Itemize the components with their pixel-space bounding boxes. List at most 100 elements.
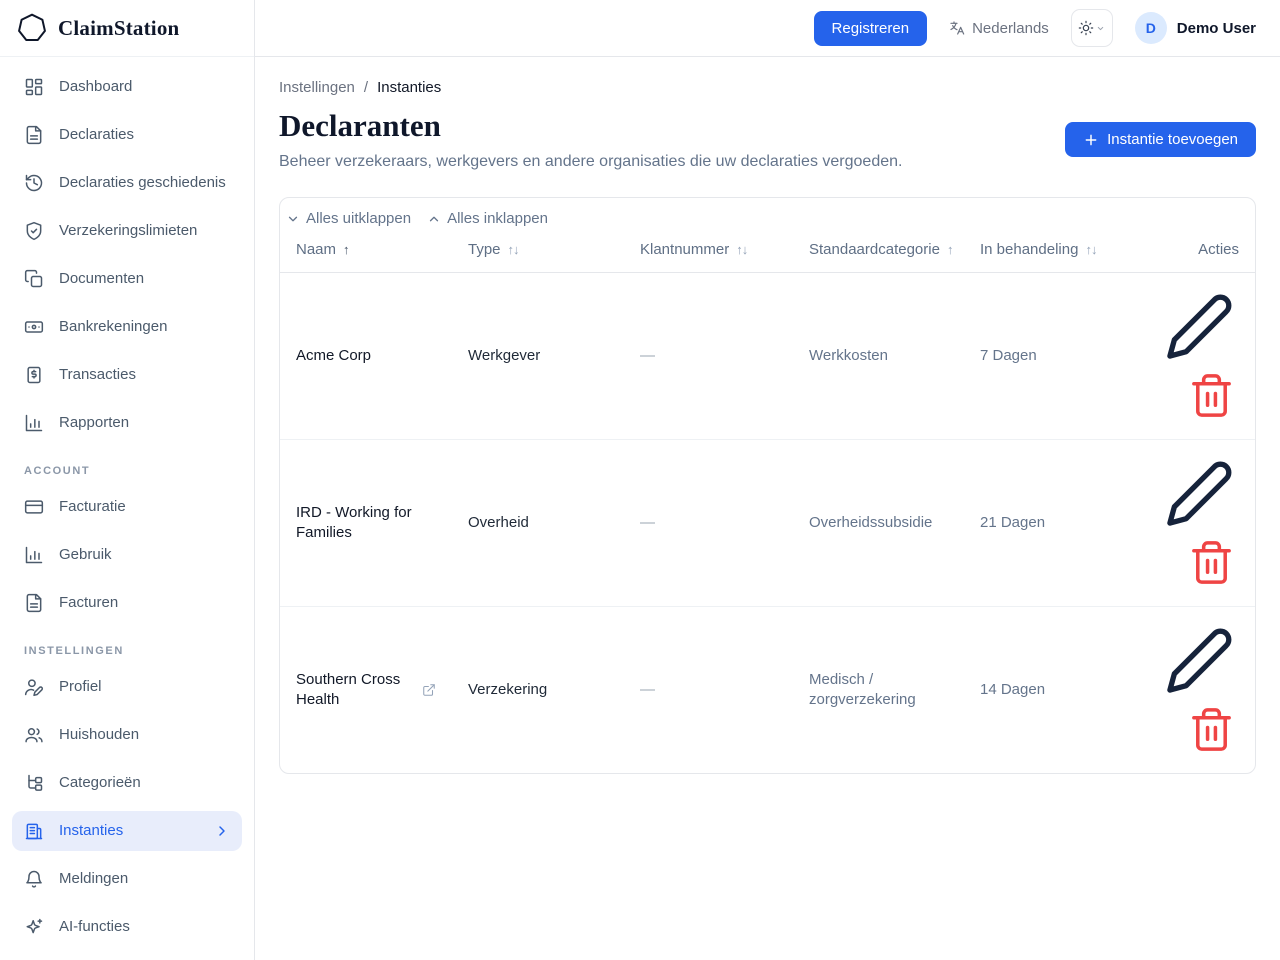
delete-button[interactable] — [1184, 535, 1239, 590]
sidebar-item-label: Huishouden — [59, 726, 140, 743]
sparkles-icon — [24, 917, 44, 937]
edit-button[interactable] — [1160, 454, 1239, 533]
sidebar-item-huishouden[interactable]: Huishouden — [12, 715, 242, 755]
sidebar-item-declaraties-geschiedenis[interactable]: Declaraties geschiedenis — [12, 163, 242, 203]
brand-logo[interactable]: ClaimStation — [0, 0, 254, 57]
breadcrumb-current: Instanties — [377, 79, 442, 96]
page-subtitle: Beheer verzekeraars, werkgevers en ander… — [279, 153, 903, 170]
sidebar-item-label: Declaraties geschiedenis — [59, 174, 226, 191]
language-switcher[interactable]: Nederlands — [949, 20, 1049, 37]
sort-both-icon: ↑↓ — [507, 242, 520, 257]
cell-actions — [1144, 607, 1255, 774]
instances-table-card: Alles uitklappen Alles inklappen Naam↑ — [279, 197, 1256, 774]
page-title: Declaranten — [279, 108, 441, 143]
sidebar-item-rapporten[interactable]: Rapporten — [12, 403, 242, 443]
delete-button[interactable] — [1184, 368, 1239, 423]
column-header-standaardcategorie[interactable]: Standaardcategorie ↑ — [793, 227, 964, 273]
sidebar-item-label: Bankrekeningen — [59, 318, 168, 335]
user-menu[interactable]: D Demo User — [1134, 12, 1256, 44]
cell-actions — [1144, 272, 1255, 440]
sidebar-item-dashboard[interactable]: Dashboard — [12, 67, 242, 107]
sidebar-item-verzekeringslimieten[interactable]: Verzekeringslimieten — [12, 211, 242, 251]
sidebar-item-documenten[interactable]: Documenten — [12, 259, 242, 299]
cell-actions — [1144, 439, 1255, 607]
cell-standaardcategorie: Werkkosten — [793, 272, 964, 440]
credit-card-icon — [24, 497, 44, 517]
trash-icon — [1188, 539, 1235, 586]
sidebar-item-label: Categorieën — [59, 774, 141, 791]
cell-klantnummer: — — [624, 272, 793, 440]
brand-name: ClaimStation — [58, 15, 180, 40]
breadcrumb: Instellingen / Instanties — [279, 79, 1256, 96]
sidebar-item-facturatie[interactable]: Facturatie — [12, 487, 242, 527]
sidebar-item-label: Rapporten — [59, 414, 130, 431]
cell-in-behandeling: 14 Dagen — [980, 681, 1046, 698]
main-area: Registreren Nederlands D Demo User Inste… — [255, 0, 1280, 960]
delete-button[interactable] — [1184, 702, 1239, 757]
sidebar: ClaimStation Dashboard Declaraties Decla… — [0, 0, 255, 960]
edit-button[interactable] — [1160, 287, 1239, 366]
sidebar-item-facturen[interactable]: Facturen — [12, 583, 242, 623]
sidebar-item-meldingen[interactable]: Meldingen — [12, 859, 242, 899]
instances-table: Naam ↑ Type ↑↓ Klantnummer ↑↓ Standaardcate… — [280, 227, 1255, 773]
table-row: Southern Cross Health Verzekering — Medi… — [280, 607, 1255, 774]
collapse-all-link[interactable]: Alles inklappen — [427, 210, 548, 227]
sidebar-item-instanties[interactable]: Instanties — [12, 811, 242, 851]
cell-klantnummer: — — [624, 439, 793, 607]
add-instance-label: Instantie toevoegen — [1107, 131, 1238, 148]
page-header: Declaranten Beheer verzekeraars, werkgev… — [279, 108, 1256, 171]
heptagon-outline-icon — [16, 12, 48, 44]
cell-in-behandeling: 7 Dagen — [964, 272, 1144, 440]
sidebar-item-profiel[interactable]: Profiel — [12, 667, 242, 707]
column-header-in-behandeling[interactable]: In behandeling ↑↓ — [964, 227, 1144, 273]
cell-klantnummer: — — [640, 681, 655, 698]
table-toolbar: Alles uitklappen Alles inklappen — [280, 198, 1255, 227]
column-header-type[interactable]: Type ↑↓ — [452, 227, 624, 273]
sidebar-item-gebruik[interactable]: Gebruik — [12, 535, 242, 575]
sidebar-item-label: Meldingen — [59, 870, 129, 887]
chevron-up-icon — [427, 212, 441, 226]
sidebar-item-ai-functies[interactable]: AI-functies — [12, 907, 242, 947]
cell-type: Werkgever — [452, 272, 624, 440]
sidebar-item-bankrekeningen[interactable]: Bankrekeningen — [12, 307, 242, 347]
sort-both-icon: ↑↓ — [736, 242, 748, 257]
user-pen-icon — [24, 677, 44, 697]
sort-asc-icon: ↑ — [343, 242, 349, 257]
sidebar-item-transacties[interactable]: Transacties — [12, 355, 242, 395]
column-header-naam[interactable]: Naam ↑ — [280, 227, 452, 273]
external-link-icon[interactable] — [422, 683, 436, 697]
register-button[interactable]: Registreren — [813, 10, 928, 46]
add-instance-button[interactable]: Instantie toevoegen — [1065, 122, 1256, 157]
dashboard-icon — [24, 77, 44, 97]
edit-button[interactable] — [1160, 621, 1239, 700]
sidebar-section-account: ACCOUNT — [24, 465, 91, 477]
instance-name: Southern Cross Health — [296, 671, 401, 708]
page-header-text: Declaranten Beheer verzekeraars, werkgev… — [279, 108, 902, 171]
sidebar-section-instellingen: INSTELLINGEN — [24, 645, 124, 657]
sidebar-item-label: Gebruik — [59, 546, 112, 563]
sidebar-item-label: Documenten — [59, 270, 145, 287]
chevron-right-icon — [214, 823, 230, 839]
collapse-all-label: Alles inklappen — [447, 210, 548, 227]
cell-type: Verzekering — [468, 681, 548, 698]
receipt-icon — [24, 365, 44, 385]
bar-chart-icon — [24, 413, 44, 433]
chevron-down-icon — [286, 212, 300, 226]
user-name: Demo User — [1176, 19, 1256, 37]
documents-icon — [24, 269, 44, 289]
app-root: ClaimStation Dashboard Declaraties Decla… — [0, 0, 1280, 960]
sidebar-item-declaraties[interactable]: Declaraties — [12, 115, 242, 155]
sidebar-item-label: Facturen — [59, 594, 119, 611]
sort-asc-icon: ↑ — [946, 242, 953, 257]
sidebar-item-label: Facturatie — [59, 498, 126, 515]
sidebar-item-categorieen[interactable]: Categorieën — [12, 763, 242, 803]
trash-icon — [1188, 372, 1235, 419]
cell-in-behandeling: 21 Dagen — [964, 439, 1144, 607]
expand-all-link[interactable]: Alles uitklappen — [286, 210, 411, 227]
column-header-klantnummer[interactable]: Klantnummer ↑↓ — [624, 227, 793, 273]
sidebar-item-label: Dashboard — [59, 78, 133, 95]
history-icon — [24, 173, 44, 193]
theme-toggle-button[interactable] — [1070, 9, 1113, 47]
sidebar-nav: Dashboard Declaraties Declaraties geschi… — [0, 57, 254, 955]
breadcrumb-parent[interactable]: Instellingen — [279, 79, 355, 96]
